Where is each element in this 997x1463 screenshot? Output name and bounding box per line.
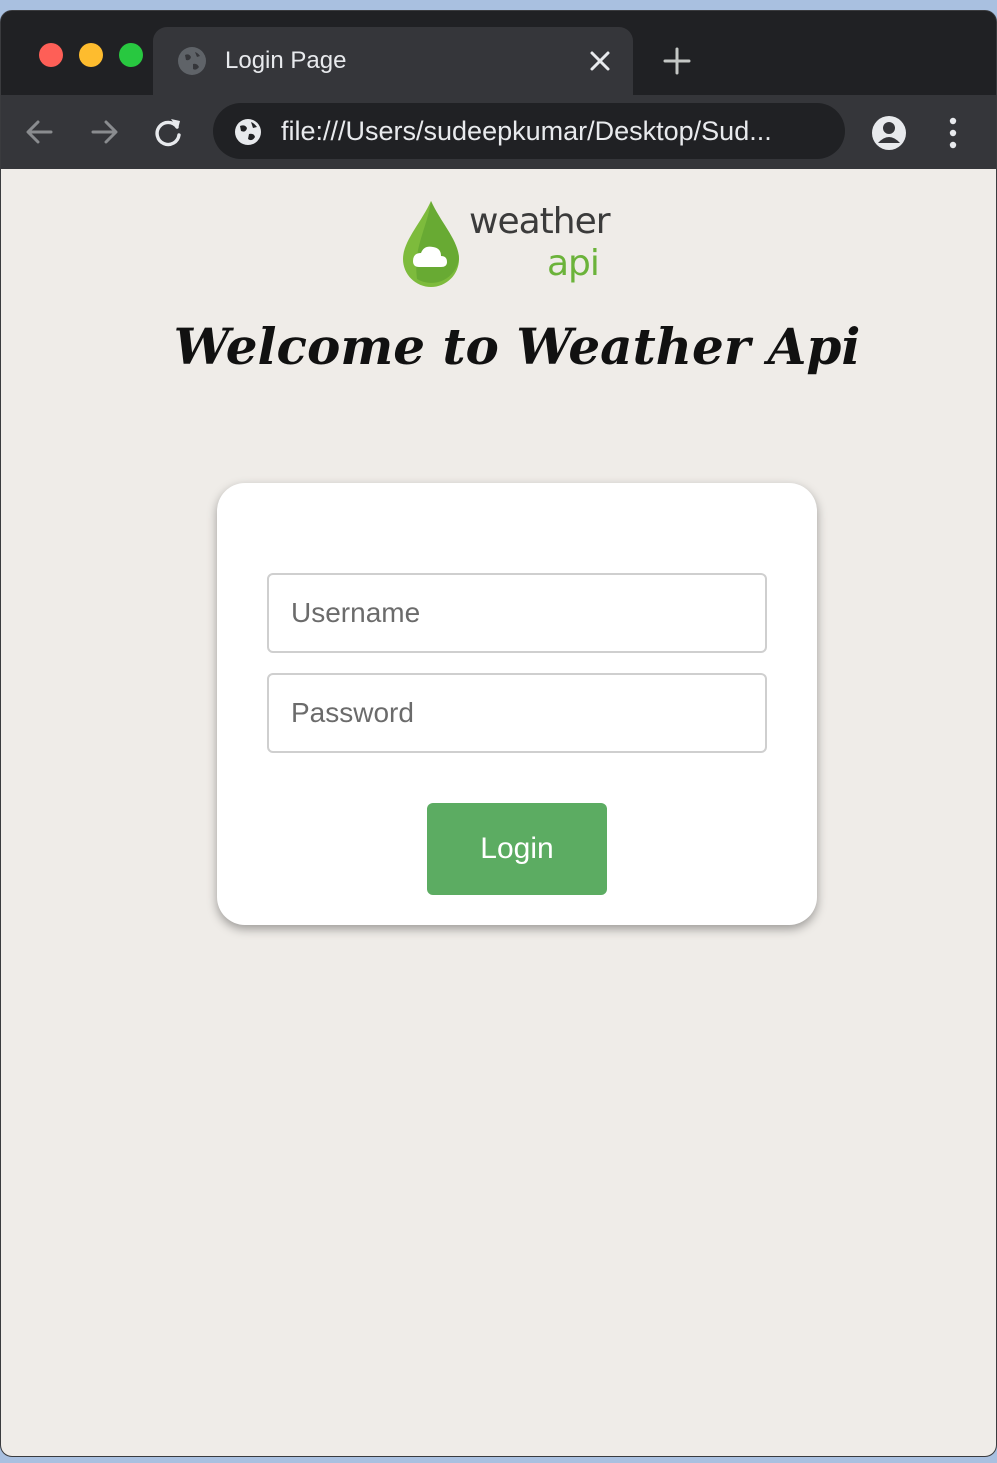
- profile-icon[interactable]: [869, 113, 909, 153]
- address-text[interactable]: file:///Users/sudeepkumar/Desktop/Sud...: [281, 116, 821, 147]
- page-title: Welcome to Weather Api: [173, 317, 861, 376]
- username-input[interactable]: [267, 573, 767, 653]
- toolbar: file:///Users/sudeepkumar/Desktop/Sud...: [1, 95, 996, 169]
- tab-strip: Login Page: [1, 11, 996, 95]
- login-card: Login: [217, 483, 817, 925]
- globe-icon[interactable]: [233, 117, 263, 147]
- plus-icon[interactable]: [661, 45, 693, 77]
- page-content: weather api Welcome to Weather Api Login: [1, 169, 996, 1456]
- maximize-window-button[interactable]: [119, 43, 143, 67]
- close-icon[interactable]: [587, 48, 613, 74]
- weather-api-logo: weather api: [399, 189, 611, 289]
- globe-icon: [178, 47, 206, 75]
- login-button[interactable]: Login: [427, 803, 607, 895]
- browser-window: Login Page file:///Users/sudeepkumar/Des…: [0, 10, 997, 1457]
- raindrop-cloud-icon: [403, 201, 459, 287]
- kebab-menu-icon[interactable]: [937, 113, 969, 153]
- arrow-left-icon[interactable]: [23, 115, 57, 149]
- tab-login-page[interactable]: Login Page: [153, 27, 633, 95]
- arrow-right-icon[interactable]: [87, 115, 121, 149]
- password-input[interactable]: [267, 673, 767, 753]
- address-bar[interactable]: file:///Users/sudeepkumar/Desktop/Sud...: [213, 103, 845, 159]
- minimize-window-button[interactable]: [79, 43, 103, 67]
- logo-word-api: api: [547, 243, 600, 284]
- logo-word-weather: weather: [469, 201, 611, 242]
- tab-title: Login Page: [225, 47, 347, 74]
- reload-icon[interactable]: [151, 115, 185, 149]
- close-window-button[interactable]: [39, 43, 63, 67]
